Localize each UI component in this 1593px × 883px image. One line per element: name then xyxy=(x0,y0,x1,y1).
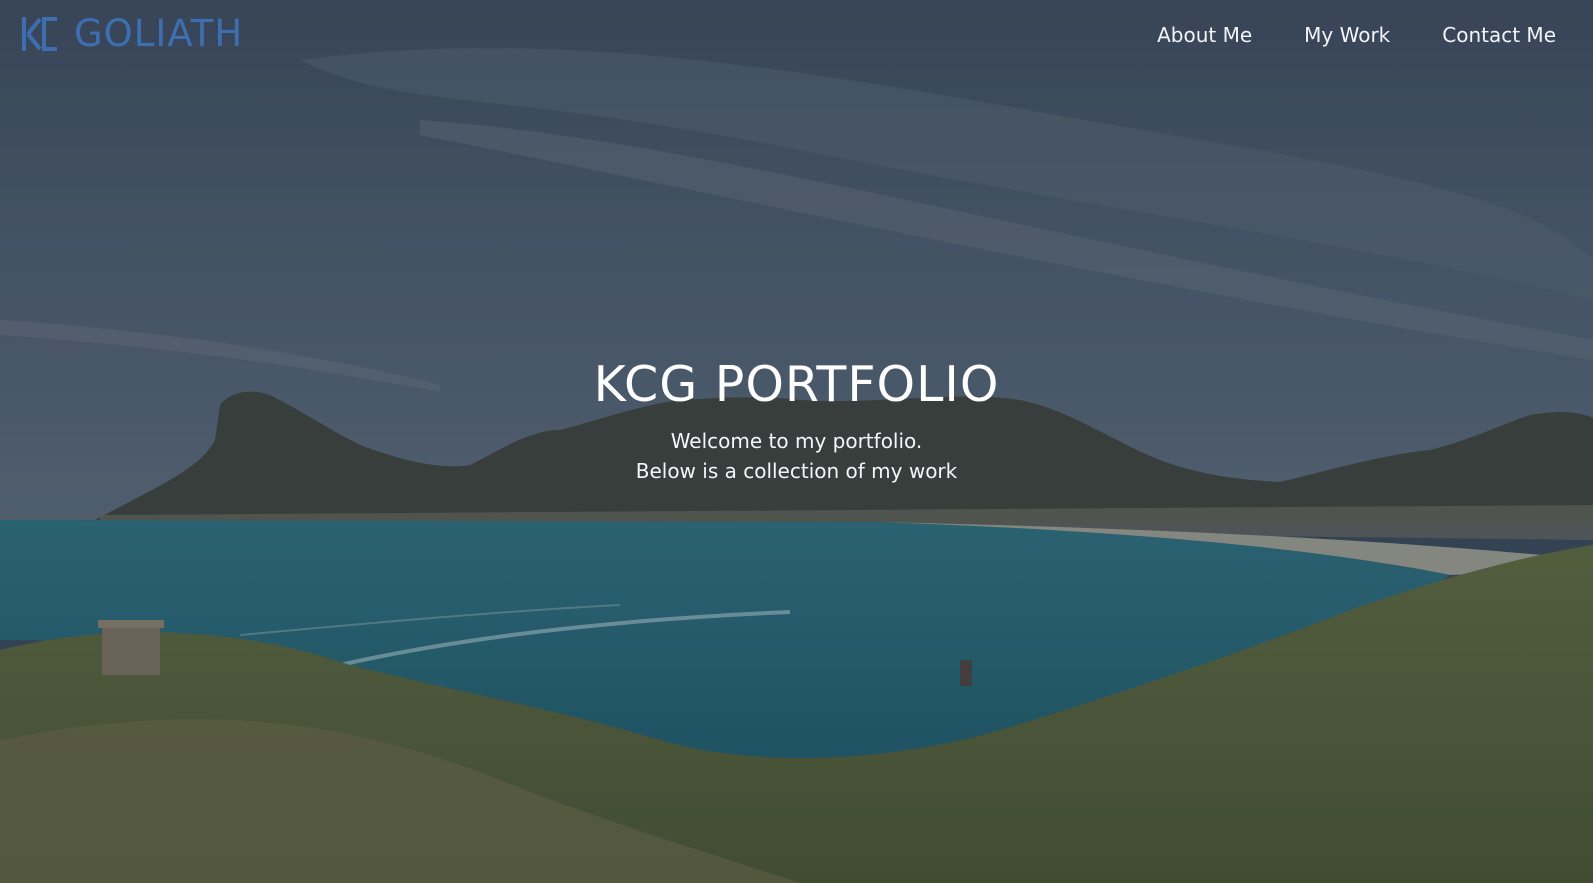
nav-link-my-work[interactable]: My Work xyxy=(1304,20,1390,50)
hero-section: GOLIATH About Me My Work Contact Me KCG … xyxy=(0,0,1593,883)
page-title: KCG PORTFOLIO xyxy=(593,356,1000,413)
hero-subtitle-line-2: Below is a collection of my work xyxy=(635,459,958,483)
hero-subtitle-line-1: Welcome to my portfolio. xyxy=(670,429,923,453)
hero-subtitle: Welcome to my portfolio. Below is a coll… xyxy=(0,426,1593,486)
nav-link-contact-me[interactable]: Contact Me xyxy=(1442,20,1556,50)
main-nav: About Me My Work Contact Me xyxy=(1105,20,1556,50)
nav-link-about-me[interactable]: About Me xyxy=(1157,20,1252,50)
kc-monogram-icon xyxy=(22,17,57,51)
hero-content: KCG PORTFOLIO Welcome to my portfolio. B… xyxy=(0,350,1593,486)
site-logo[interactable]: GOLIATH xyxy=(20,14,243,54)
top-navbar: GOLIATH About Me My Work Contact Me xyxy=(0,0,1593,72)
logo-text: GOLIATH xyxy=(74,12,244,55)
